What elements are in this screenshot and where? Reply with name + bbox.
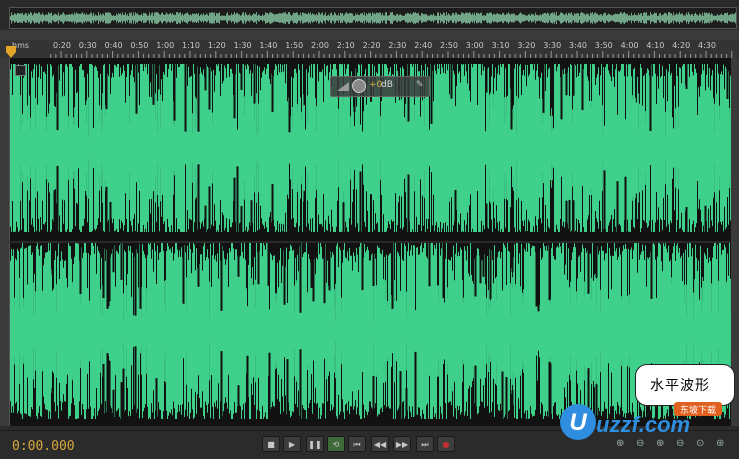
- ruler-tick-label: 1:20: [207, 41, 226, 50]
- ruler-tick-label: 3:50: [594, 41, 613, 50]
- ruler-tick-label: 2:50: [440, 41, 458, 50]
- current-time-display: 0:00.000: [12, 439, 75, 454]
- ruler-tick-label: 3:10: [491, 41, 510, 50]
- pause-button[interactable]: ❚❚: [306, 436, 324, 452]
- ruler-tick-label: 2:30: [388, 41, 407, 50]
- ruler-tick-label: 1:00: [156, 41, 175, 50]
- ruler-tick-label: 1:30: [233, 41, 252, 50]
- ruler-tick-label: 0:40: [104, 41, 123, 50]
- ruler-tick-label: 2:20: [362, 41, 381, 50]
- pin-icon[interactable]: ✎: [416, 80, 424, 90]
- playhead-marker-icon[interactable]: [6, 46, 16, 58]
- ruler-tick-label: 2:10: [336, 41, 355, 50]
- uzzf-logo: U uzzf.com 东坡下载: [560, 402, 722, 440]
- volume-ramp-icon: [337, 82, 349, 91]
- ruler-tick-label: 3:30: [543, 41, 562, 50]
- volume-unit: dB: [381, 80, 393, 90]
- fast-forward-button[interactable]: ▶▶: [393, 436, 411, 452]
- ruler-tick-label: 3:00: [465, 41, 484, 50]
- ruler-tick-label: 2:40: [414, 41, 433, 50]
- ruler-tick-label: 4:00: [620, 41, 639, 50]
- record-button[interactable]: ●: [437, 436, 455, 452]
- ruler-tick-label: 3:40: [569, 41, 587, 50]
- ruler-tick-label: 4:10: [646, 41, 665, 50]
- rewind-button[interactable]: ◀◀: [371, 436, 389, 452]
- svg-text:东坡下载: 东坡下载: [680, 404, 716, 416]
- stop-button[interactable]: ■: [262, 436, 280, 452]
- ruler-tick-label: 1:10: [182, 41, 200, 50]
- left-gutter: [0, 58, 9, 426]
- ruler-tick-label: 4:30: [698, 41, 716, 50]
- go-to-start-button[interactable]: ⏮: [348, 436, 366, 452]
- volume-hud[interactable]: +0 dB ✎: [330, 76, 430, 97]
- play-button[interactable]: ▶: [283, 436, 301, 452]
- go-to-end-button[interactable]: ⏭: [416, 436, 434, 452]
- ruler-tick-label: 1:50: [285, 41, 304, 50]
- loop-button[interactable]: ⟲: [327, 436, 345, 452]
- svg-text:U: U: [569, 409, 587, 436]
- ruler-tick-label: 2:00: [311, 41, 329, 50]
- ruler-tick-label: 3:20: [517, 41, 536, 50]
- editor-corner-toggle[interactable]: [15, 65, 26, 76]
- overview-waveform-strip[interactable]: [9, 7, 737, 29]
- volume-knob[interactable]: [352, 79, 366, 93]
- overview-separator: [0, 30, 739, 40]
- ruler-tick-label: 1:40: [259, 41, 278, 50]
- channel-divider: [9, 241, 731, 243]
- ruler-tick-label: 0:50: [130, 41, 149, 50]
- caption-text: 水平波形: [650, 378, 710, 394]
- time-ruler[interactable]: hms 0:20 0:30 0:40 0:50 1:00 1:10 1:20 1:30 1:40…: [0, 40, 739, 59]
- ruler-tick-label: 4:20: [672, 41, 691, 50]
- ruler-tick-label: 0:20: [53, 41, 71, 50]
- ruler-tick-label: 0:30: [78, 41, 97, 50]
